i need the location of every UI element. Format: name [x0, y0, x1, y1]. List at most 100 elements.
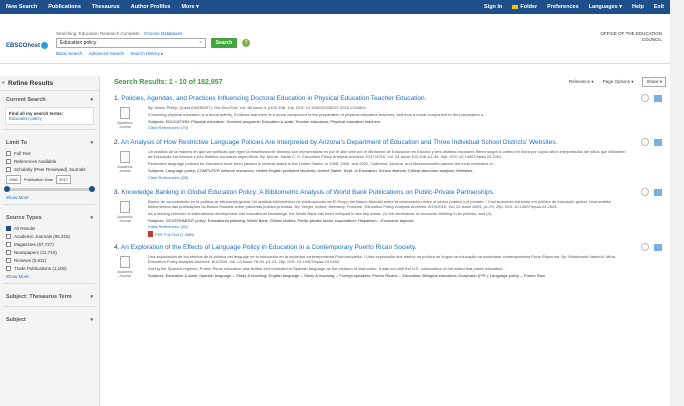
result-meta-1: Un análisis de la manera en que las polí…: [148, 149, 486, 155]
page-options-dropdown[interactable]: Page Options ▾: [603, 79, 634, 85]
search-button[interactable]: Search: [211, 38, 237, 48]
add-to-folder-icon[interactable]: [654, 188, 662, 196]
show-more-link[interactable]: Show More: [6, 274, 93, 279]
source-option[interactable]: Newspapers (11,710): [6, 250, 93, 255]
checkbox[interactable]: [6, 167, 11, 172]
result-title[interactable]: 3. Knowledge Banking in Global Education…: [114, 189, 666, 196]
choose-databases-link[interactable]: Choose Databases: [144, 31, 182, 36]
share-button[interactable]: Share ▾: [642, 77, 666, 87]
result-title[interactable]: 2. An Analysis of How Restrictive Langua…: [114, 139, 666, 146]
ebsco-logo[interactable]: EBSCOhost: [6, 42, 49, 49]
date-slider[interactable]: [4, 186, 95, 192]
result-meta: Banco de conocimiento en la política de …: [148, 199, 626, 210]
preview-magnifier-icon[interactable]: [641, 243, 649, 252]
nav-sign-in[interactable]: Sign In: [484, 4, 502, 10]
nav-help[interactable]: Help: [632, 4, 644, 10]
nav-folder[interactable]: Folder: [512, 4, 537, 10]
publication-type: Academic Journal: [114, 107, 136, 129]
source-option[interactable]: All Results: [6, 226, 93, 231]
current-search-title: Current Search: [6, 97, 46, 103]
search-history-link[interactable]: Search History ▸: [130, 51, 163, 56]
refine-results-header[interactable]: «Refine Results: [0, 76, 99, 91]
checkbox[interactable]: [6, 250, 11, 255]
add-to-folder-icon[interactable]: [654, 139, 662, 147]
publication-type: Academic Journal: [114, 256, 136, 278]
limit-to-header[interactable]: Limit To ▾: [0, 134, 99, 148]
nav-languages[interactable]: Languages ▾: [589, 4, 622, 10]
result-number: 2.: [114, 139, 120, 147]
preview-magnifier-icon[interactable]: [641, 94, 649, 102]
limit-full-text[interactable]: Full Text: [6, 151, 93, 156]
add-to-folder-icon[interactable]: [654, 244, 662, 252]
date-to-input[interactable]: 2017: [56, 175, 71, 184]
date-label: Publication Date: [23, 177, 54, 182]
results-header: Search Results: 1 - 10 of 182,957 Releva…: [114, 76, 666, 88]
find-all-box: Find all my search terms: Education poli…: [5, 107, 94, 125]
nav-exit[interactable]: Exit: [654, 4, 664, 10]
nav-preferences[interactable]: Preferences: [547, 4, 579, 10]
advanced-search-link[interactable]: Advanced Search: [89, 51, 125, 56]
expand-triangle-icon: ▾: [90, 97, 93, 103]
checkbox[interactable]: [6, 151, 11, 156]
search-input[interactable]: Education policy ×: [56, 38, 206, 48]
collapse-icon[interactable]: «: [2, 80, 5, 86]
nav-author-profiles[interactable]: Author Profiles: [131, 4, 171, 10]
folder-icon: [512, 4, 519, 9]
divider: [4, 283, 95, 284]
source-types-header[interactable]: Source Types ▾: [0, 209, 99, 223]
result-body: Banco de conocimiento en la política de …: [148, 199, 666, 238]
checkbox[interactable]: [6, 159, 11, 164]
cited-references-link[interactable]: Cited References: (70): [148, 125, 626, 130]
cited-references-link[interactable]: Cited References: (65): [148, 175, 626, 180]
publication-type-label: Academic Journal: [117, 214, 133, 223]
add-to-folder-icon[interactable]: [654, 95, 662, 102]
result-title-text[interactable]: Policies, Agendas, and Practices Influen…: [121, 95, 426, 102]
result-abstract: If teaching physical education is a mora…: [148, 111, 487, 117]
clear-search-icon[interactable]: ×: [199, 39, 202, 47]
current-search-header[interactable]: Current Search ▾: [0, 91, 99, 105]
result-actions: [641, 138, 662, 147]
subject-header[interactable]: Subject ▾: [0, 311, 99, 325]
basic-search-link[interactable]: Basic Search: [56, 51, 83, 56]
cited-references-link[interactable]: Cited References: (82): [148, 224, 626, 229]
sort-relevance-dropdown[interactable]: Relevance ▾: [569, 79, 594, 85]
checkbox[interactable]: [6, 234, 11, 239]
preview-magnifier-icon[interactable]: [641, 187, 649, 196]
limit-scholarly[interactable]: Scholarly (Peer Reviewed) Journals: [6, 167, 93, 172]
result-title[interactable]: 4. An Exploration of the Effects of Lang…: [114, 244, 666, 251]
slider-handle-end[interactable]: [89, 186, 95, 192]
journal-icon: [120, 256, 130, 269]
result-meta-1: Una exploración de los efectos de la pol…: [148, 254, 568, 260]
result-abstract: During the Spanish regimen, Puerto Rican…: [148, 266, 506, 272]
source-option[interactable]: Trade Publications (1,100): [6, 266, 93, 271]
result-title-text[interactable]: An Analysis of How Restrictive Language …: [121, 139, 558, 146]
slider-handle-start[interactable]: [4, 186, 10, 192]
preview-magnifier-icon[interactable]: [641, 138, 649, 147]
find-all-value[interactable]: Education policy: [9, 116, 42, 121]
source-option[interactable]: Academic Journals (95,316): [6, 234, 93, 239]
nav-new-search[interactable]: New Search: [6, 4, 37, 10]
nav-publications[interactable]: Publications: [48, 4, 81, 10]
show-more-link[interactable]: Show More: [6, 195, 93, 200]
publication-type-label: Academic Journal: [117, 121, 133, 129]
expand-triangle-icon: ▾: [90, 317, 93, 323]
subject-title: Subject: [6, 317, 26, 323]
logo-mark-icon: [41, 42, 49, 49]
source-option[interactable]: Reviews (5,811): [6, 258, 93, 263]
result-title[interactable]: 1. Policies, Agendas, and Practices Infl…: [114, 95, 666, 102]
limit-references[interactable]: References Available: [6, 159, 93, 164]
help-icon[interactable]: ?: [242, 39, 250, 47]
result-meta-3: DOI: 10.14507/epaa.24.2523.: [504, 203, 558, 209]
checkbox[interactable]: [6, 242, 11, 247]
checkbox[interactable]: [6, 258, 11, 263]
checkbox[interactable]: [6, 266, 11, 271]
nav-thesaurus[interactable]: Thesaurus: [92, 4, 120, 10]
source-option[interactable]: Magazines (67,727): [6, 242, 93, 247]
date-from-input[interactable]: 1960: [6, 175, 21, 184]
journal-icon: [120, 107, 130, 119]
subject-thesaurus-header[interactable]: Subject: Thesaurus Term ▾: [0, 288, 99, 302]
result-title-text[interactable]: An Exploration of the Effects of Languag…: [121, 244, 417, 251]
result-title-text[interactable]: Knowledge Banking in Global Education Po…: [121, 189, 494, 196]
nav-more[interactable]: More ▾: [181, 4, 198, 10]
checkbox-checked[interactable]: [6, 226, 11, 231]
